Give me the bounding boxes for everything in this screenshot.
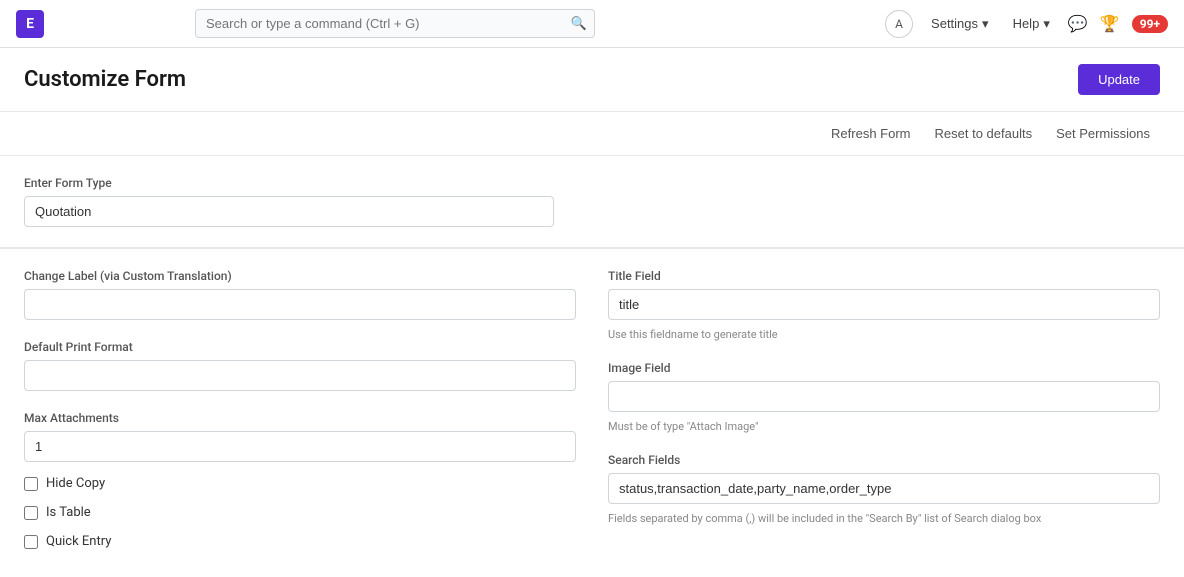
title-field-label: Title Field — [608, 269, 1160, 283]
default-print-format-label: Default Print Format — [24, 340, 576, 354]
chevron-down-icon: ▾ — [982, 16, 989, 32]
search-fields-group: Search Fields Fields separated by comma … — [608, 453, 1160, 525]
search-fields-input[interactable] — [608, 473, 1160, 504]
image-field-hint: Must be of type "Attach Image" — [608, 420, 1160, 433]
notification-badge[interactable]: 99+ — [1132, 15, 1168, 33]
form-type-input[interactable] — [24, 196, 554, 227]
hide-copy-label[interactable]: Hide Copy — [46, 476, 105, 491]
update-button[interactable]: Update — [1078, 64, 1160, 95]
avatar: A — [885, 10, 913, 38]
page-header: Customize Form Update — [0, 48, 1184, 112]
form-toolbar: Refresh Form Reset to defaults Set Permi… — [0, 112, 1184, 156]
app-icon[interactable]: E — [16, 10, 44, 38]
search-bar-container: 🔍 — [195, 9, 595, 38]
left-column: Change Label (via Custom Translation) De… — [24, 269, 576, 549]
chevron-down-icon: ▾ — [1043, 16, 1050, 32]
form-section: Change Label (via Custom Translation) De… — [0, 249, 1184, 577]
top-navigation: E 🔍 A Settings ▾ Help ▾ 💬 🏆 99+ — [0, 0, 1184, 48]
change-label-group: Change Label (via Custom Translation) — [24, 269, 576, 320]
image-field-input[interactable] — [608, 381, 1160, 412]
form-type-section: Enter Form Type — [0, 156, 1184, 248]
trophy-icon[interactable]: 🏆 — [1100, 14, 1120, 33]
title-field-group: Title Field Use this fieldname to genera… — [608, 269, 1160, 341]
is-table-checkbox[interactable] — [24, 506, 38, 520]
change-label-input[interactable] — [24, 289, 576, 320]
quick-entry-label[interactable]: Quick Entry — [46, 534, 111, 549]
search-icon: 🔍 — [571, 16, 587, 31]
search-input[interactable] — [195, 9, 595, 38]
hide-copy-group: Hide Copy — [24, 476, 576, 491]
title-field-input[interactable] — [608, 289, 1160, 320]
chat-icon[interactable]: 💬 — [1068, 14, 1088, 33]
search-fields-hint: Fields separated by comma (,) will be in… — [608, 512, 1160, 525]
help-button[interactable]: Help ▾ — [1007, 12, 1056, 36]
image-field-label: Image Field — [608, 361, 1160, 375]
reset-to-defaults-button[interactable]: Reset to defaults — [925, 120, 1043, 147]
form-type-label: Enter Form Type — [24, 176, 1160, 190]
search-fields-label: Search Fields — [608, 453, 1160, 467]
max-attachments-label: Max Attachments — [24, 411, 576, 425]
default-print-format-group: Default Print Format — [24, 340, 576, 391]
max-attachments-group: Max Attachments — [24, 411, 576, 462]
set-permissions-button[interactable]: Set Permissions — [1046, 120, 1160, 147]
main-content: Refresh Form Reset to defaults Set Permi… — [0, 112, 1184, 577]
title-field-hint: Use this fieldname to generate title — [608, 328, 1160, 341]
change-label-label: Change Label (via Custom Translation) — [24, 269, 576, 283]
image-field-group: Image Field Must be of type "Attach Imag… — [608, 361, 1160, 433]
form-row-1: Change Label (via Custom Translation) De… — [24, 269, 1160, 549]
quick-entry-group: Quick Entry — [24, 534, 576, 549]
is-table-group: Is Table — [24, 505, 576, 520]
max-attachments-input[interactable] — [24, 431, 576, 462]
page-title: Customize Form — [24, 67, 186, 92]
right-column: Title Field Use this fieldname to genera… — [608, 269, 1160, 549]
refresh-form-button[interactable]: Refresh Form — [821, 120, 920, 147]
default-print-format-input[interactable] — [24, 360, 576, 391]
settings-button[interactable]: Settings ▾ — [925, 12, 995, 36]
is-table-label[interactable]: Is Table — [46, 505, 91, 520]
quick-entry-checkbox[interactable] — [24, 535, 38, 549]
nav-right: A Settings ▾ Help ▾ 💬 🏆 99+ — [885, 10, 1168, 38]
hide-copy-checkbox[interactable] — [24, 477, 38, 491]
